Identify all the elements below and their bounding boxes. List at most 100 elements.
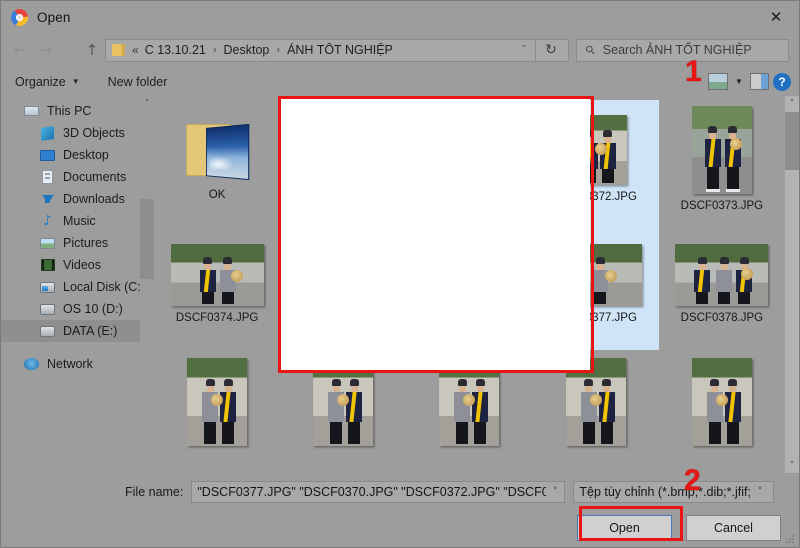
- preview-pane-icon[interactable]: [750, 73, 769, 90]
- file-item[interactable]: DSCF0373.JPG: [659, 100, 785, 225]
- breadcrumb[interactable]: « C 13.10.21 › Desktop › ẢNH TỐT NGHIỆP …: [105, 39, 569, 62]
- harddisk-icon: [39, 304, 56, 315]
- file-thumbnail: [692, 358, 752, 446]
- sidebar-item-label: Network: [47, 357, 93, 371]
- recent-locations-icon[interactable]: ˇ: [59, 37, 79, 63]
- sidebar-divider: [1, 342, 154, 353]
- folder-icon: [112, 44, 125, 56]
- sidebar-item-documents[interactable]: Documents: [1, 166, 154, 188]
- network-icon: [23, 358, 40, 370]
- file-list-background: [281, 98, 590, 370]
- cancel-button[interactable]: Cancel: [686, 515, 781, 541]
- address-bar: ← → ˇ ↑ « C 13.10.21 › Desktop › ẢNH TỐT…: [1, 33, 799, 67]
- close-icon[interactable]: ✕: [753, 1, 799, 33]
- file-type-filter-select[interactable]: Tệp tùy chỉnh (*.bmp;*.dib;*.jfif; ˅: [573, 481, 774, 503]
- breadcrumb-item-0[interactable]: C 13.10.21: [145, 43, 206, 57]
- harddisk-system-icon: [39, 282, 56, 293]
- file-item[interactable]: DSCF0378.JPG: [659, 225, 785, 350]
- sidebar-item-pictures[interactable]: Pictures: [1, 232, 154, 254]
- pictures-icon: [39, 238, 56, 249]
- sidebar-item-label: Documents: [63, 170, 126, 184]
- file-name-row: File name: "DSCF0377.JPG" "DSCF0370.JPG"…: [1, 473, 799, 507]
- sidebar-item-music[interactable]: ♪ Music: [1, 210, 154, 232]
- 3d-objects-icon: [39, 127, 56, 140]
- window-title: Open: [37, 10, 70, 25]
- breadcrumb-item-1[interactable]: Desktop: [224, 43, 270, 57]
- dialog-body: This PC 3D Objects Desktop Documents Dow…: [1, 96, 799, 473]
- search-icon: ⚲: [582, 42, 598, 58]
- scroll-down-icon[interactable]: ˅: [785, 458, 799, 473]
- annotation-marker-2: 2: [684, 466, 701, 496]
- sidebar-item-label: Videos: [63, 258, 101, 272]
- navigation-pane: This PC 3D Objects Desktop Documents Dow…: [1, 96, 154, 473]
- scroll-up-icon[interactable]: ˄: [140, 96, 154, 111]
- title-bar: Open ✕: [1, 1, 799, 33]
- sidebar-item-3d-objects[interactable]: 3D Objects: [1, 122, 154, 144]
- sidebar-item-local-disk-c[interactable]: Local Disk (C:): [1, 276, 154, 298]
- sidebar-item-label: Music: [63, 214, 96, 228]
- organize-label: Organize: [15, 75, 66, 89]
- sidebar-item-label: Pictures: [63, 236, 108, 250]
- file-thumbnail: [187, 358, 247, 446]
- file-item-folder[interactable]: OK: [154, 100, 280, 225]
- pc-icon: [23, 106, 40, 116]
- sidebar-item-label: This PC: [47, 104, 91, 118]
- chrome-icon: [11, 9, 28, 26]
- sidebar-item-data-e[interactable]: DATA (E:): [1, 320, 154, 342]
- chevron-down-icon[interactable]: ▼: [732, 77, 746, 86]
- open-button[interactable]: Open: [577, 515, 672, 541]
- breadcrumb-overflow-icon[interactable]: «: [132, 43, 139, 57]
- file-name-label: DSCF0378.JPG: [681, 312, 763, 324]
- sidebar-item-label: Local Disk (C:): [63, 280, 145, 294]
- file-list-pane[interactable]: OK: [154, 96, 799, 473]
- chevron-down-icon[interactable]: ˅: [751, 487, 769, 497]
- sidebar-item-network[interactable]: Network: [1, 353, 154, 375]
- forward-icon[interactable]: →: [33, 37, 59, 63]
- sidebar-item-downloads[interactable]: Downloads: [1, 188, 154, 210]
- sidebar-item-desktop[interactable]: Desktop: [1, 144, 154, 166]
- file-list-scrollbar-thumb[interactable]: [785, 112, 799, 170]
- sidebar-item-os-10-d[interactable]: OS 10 (D:): [1, 298, 154, 320]
- new-folder-button[interactable]: New folder: [108, 75, 168, 89]
- file-item[interactable]: DSCF0374.JPG: [154, 225, 280, 350]
- breadcrumb-separator: ›: [213, 44, 217, 56]
- scroll-up-icon[interactable]: ˄: [785, 96, 799, 111]
- chevron-down-icon[interactable]: ˅: [546, 487, 564, 497]
- videos-icon: [39, 259, 56, 271]
- organize-button[interactable]: Organize ▼: [15, 75, 80, 89]
- sidebar-scrollbar-thumb[interactable]: [140, 199, 154, 279]
- annotation-marker-1: 1: [685, 57, 702, 87]
- sidebar-item-label: DATA (E:): [63, 324, 117, 338]
- file-thumbnail: [439, 358, 499, 446]
- help-icon[interactable]: ?: [773, 73, 791, 91]
- documents-icon: [39, 170, 56, 184]
- file-thumbnail: [566, 358, 626, 446]
- file-name-value: "DSCF0377.JPG" "DSCF0370.JPG" "DSCF0372.…: [197, 485, 546, 499]
- file-name-label-text: File name:: [125, 485, 183, 499]
- file-name-label: DSCF0374.JPG: [176, 312, 258, 324]
- breadcrumb-list: « C 13.10.21 › Desktop › ẢNH TỐT NGHIỆP: [132, 43, 513, 57]
- up-icon[interactable]: ↑: [79, 37, 105, 63]
- sidebar-item-this-pc[interactable]: This PC: [1, 100, 154, 122]
- command-toolbar: Organize ▼ New folder ▼ ?: [1, 67, 799, 96]
- file-item[interactable]: [659, 350, 785, 473]
- dialog-button-row: Open Cancel: [1, 515, 799, 541]
- open-file-dialog: Open ✕ ← → ˇ ↑ « C 13.10.21 › Desktop › …: [0, 0, 800, 548]
- file-type-filter-value: Tệp tùy chỉnh (*.bmp;*.dib;*.jfif;: [579, 485, 751, 499]
- file-thumbnail: [313, 358, 373, 446]
- file-name-input[interactable]: "DSCF0377.JPG" "DSCF0370.JPG" "DSCF0372.…: [191, 481, 565, 503]
- sidebar-item-videos[interactable]: Videos: [1, 254, 154, 276]
- resize-grip[interactable]: [786, 535, 795, 544]
- refresh-icon[interactable]: ↻: [535, 39, 566, 62]
- back-icon[interactable]: ←: [7, 37, 33, 63]
- file-item[interactable]: [154, 350, 280, 473]
- view-icon[interactable]: [708, 73, 728, 90]
- desktop-icon: [39, 150, 56, 161]
- file-list-scrollbar[interactable]: ˄ ˅: [785, 96, 799, 473]
- chevron-down-icon[interactable]: ˇ: [513, 44, 535, 56]
- search-input[interactable]: ⚲ Search ẢNH TỐT NGHIỆP: [576, 39, 789, 62]
- sidebar-scrollbar[interactable]: ˄: [140, 96, 154, 473]
- file-thumbnail: [692, 106, 752, 194]
- file-thumbnail: [675, 244, 768, 306]
- breadcrumb-item-2[interactable]: ẢNH TỐT NGHIỆP: [287, 43, 393, 57]
